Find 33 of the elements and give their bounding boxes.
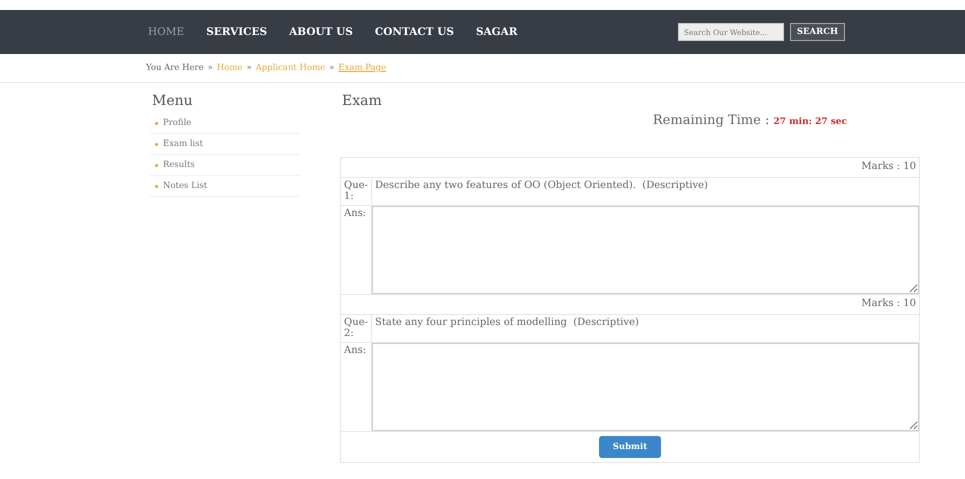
answer-field[interactable]	[372, 206, 919, 294]
menu-item[interactable]: Exam list	[150, 134, 300, 155]
marks-text: Marks : 10	[861, 298, 916, 309]
question-number: Que-1:	[344, 180, 368, 202]
breadcrumb-separator: »	[246, 63, 252, 73]
question-text: State any four principles of modelling (Descriptive)	[375, 317, 639, 328]
timer-value: 27 min: 27 sec	[773, 117, 847, 127]
timer-label: Remaining Time :	[652, 113, 770, 128]
nav-link[interactable]: CONTACT US	[374, 26, 454, 38]
answer-field[interactable]	[372, 343, 919, 431]
answer-label: Ans:	[344, 208, 366, 219]
nav-link[interactable]: SERVICES	[206, 26, 268, 38]
marks-text: Marks : 10	[861, 161, 916, 172]
breadcrumb-separator: »	[208, 63, 213, 73]
bullet-icon	[155, 122, 158, 124]
menu-title: Menu	[152, 93, 194, 109]
menu-item[interactable]: Notes List	[150, 176, 300, 197]
page-title: Exam	[342, 93, 383, 109]
submit-button[interactable]: Submit	[598, 436, 662, 458]
menu-item[interactable]: Profile	[150, 113, 300, 134]
search-button[interactable]: SEARCH	[790, 23, 845, 41]
bullet-icon	[155, 142, 158, 146]
question-number: Que-2:	[344, 317, 368, 339]
bullet-icon	[155, 164, 158, 166]
answer-label: Ans:	[344, 345, 366, 356]
bullet-icon	[155, 184, 158, 188]
question-text: Describe any two features of OO (Object Oriented). (Descriptive)	[375, 180, 708, 191]
nav-link[interactable]: ABOUT US	[289, 26, 353, 38]
nav-link[interactable]: SAGAR	[476, 26, 518, 38]
nav-link[interactable]: HOME	[148, 26, 184, 38]
breadcrumb-separator: »	[329, 63, 334, 73]
menu-item[interactable]: Results	[150, 155, 300, 176]
breadcrumb-label: You Are Here	[146, 63, 204, 73]
